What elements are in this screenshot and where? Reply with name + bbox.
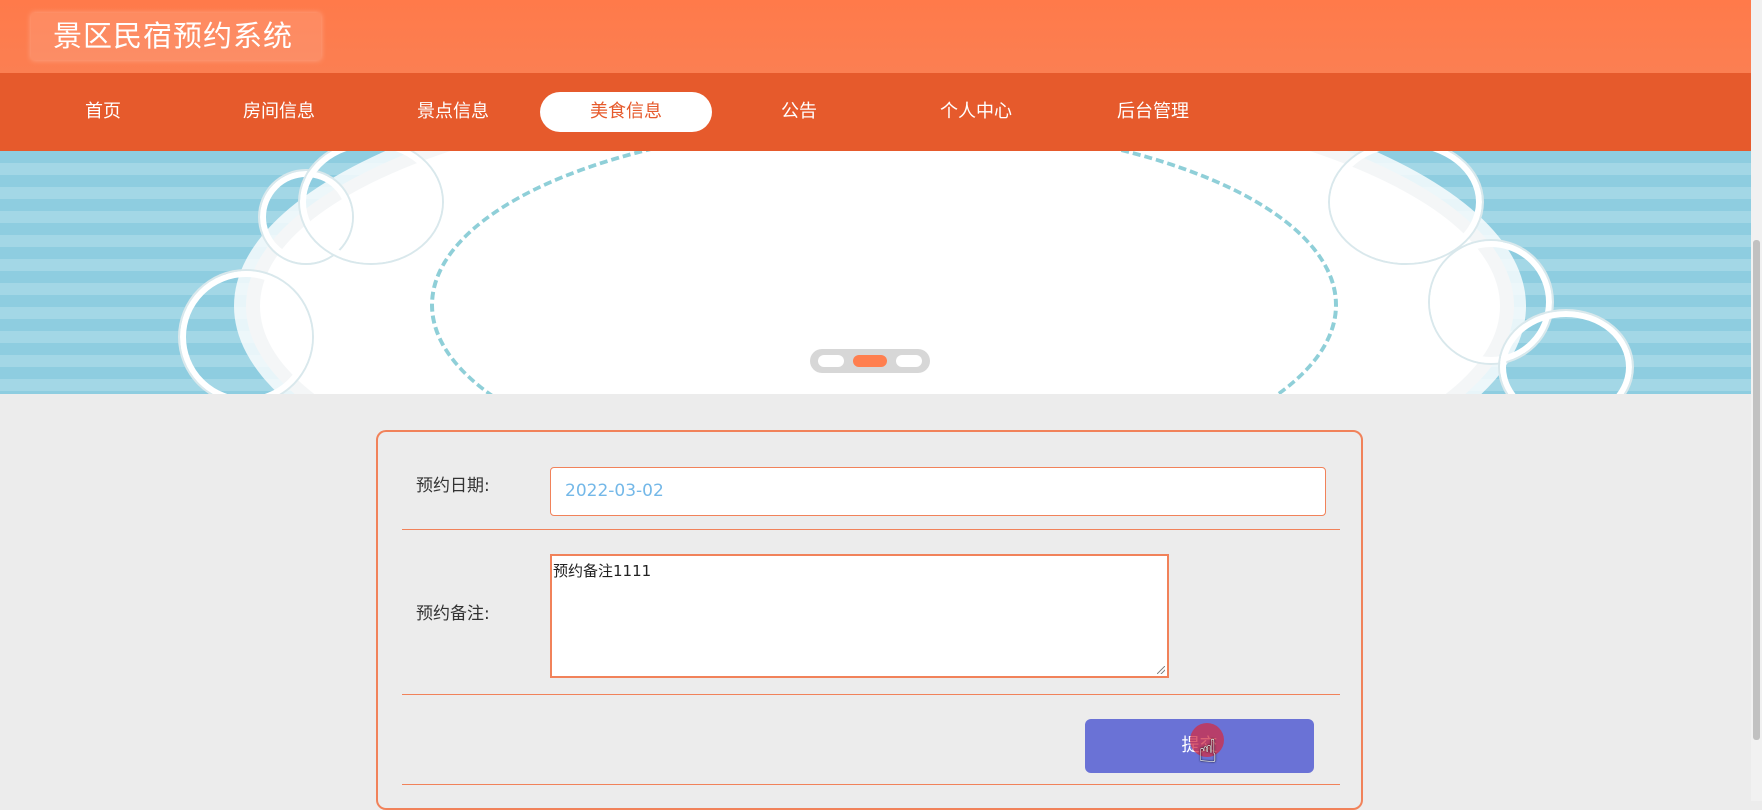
scroll-thumb[interactable] (1753, 240, 1760, 740)
nav-item-home[interactable]: 首页 (17, 92, 189, 132)
carousel-dot-3[interactable] (896, 355, 922, 367)
note-text: 预约备注1111 (553, 562, 652, 580)
carousel-dot-2[interactable] (853, 355, 887, 367)
nav-item-food[interactable]: 美食信息 (540, 92, 712, 132)
lace-decoration (180, 271, 312, 394)
form-divider (402, 784, 1340, 785)
carousel-dot-1[interactable] (818, 355, 844, 367)
hand-pointer-icon: ☝ (1198, 732, 1218, 770)
page-scrollbar[interactable] (1751, 0, 1762, 801)
nav-item-attractions[interactable]: 景点信息 (367, 92, 539, 132)
nav-item-notices[interactable]: 公告 (713, 92, 885, 132)
nav-item-rooms[interactable]: 房间信息 (193, 92, 365, 132)
note-label: 预约备注: (416, 604, 490, 624)
carousel-pager (810, 349, 930, 373)
main-nav: 首页 房间信息 景点信息 美食信息 公告 个人中心 后台管理 (0, 73, 1751, 151)
date-label: 预约日期: (416, 476, 490, 496)
top-header: 景区民宿预约系统 (0, 0, 1751, 73)
nav-item-profile[interactable]: 个人中心 (890, 92, 1062, 132)
date-input[interactable]: 2022-03-02 (550, 467, 1326, 516)
form-divider (402, 529, 1340, 530)
note-textarea[interactable]: 预约备注1111 (550, 554, 1169, 678)
resize-grip-icon[interactable] (1157, 666, 1165, 674)
nav-item-admin[interactable]: 后台管理 (1067, 92, 1239, 132)
site-title[interactable]: 景区民宿预约系统 (31, 13, 322, 60)
form-divider (402, 694, 1340, 695)
